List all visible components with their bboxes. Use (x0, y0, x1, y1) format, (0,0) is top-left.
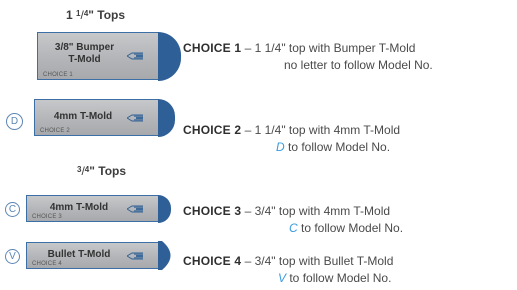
bullet-cap (158, 241, 171, 270)
choice-2-letter: D (276, 140, 285, 154)
profile-choice-1: 3/8" Bumper T-Mold CHOICE 1 (37, 31, 181, 81)
t-mold-notch-icon (127, 114, 143, 121)
profile-code: CHOICE 4 (32, 261, 62, 267)
profile-name: 4mm T-Mold (53, 110, 113, 122)
letter-badge-c: C (5, 202, 20, 217)
heading-1-1-4-tops: 1 1/4" Tops (66, 8, 126, 22)
t-mold-notch-icon (127, 52, 143, 60)
edge-cap (158, 194, 171, 223)
choice-1-follow: no letter to follow Model No. (284, 58, 433, 72)
profile-name: 4mm T-Mold (49, 201, 109, 213)
profile-choice-2: 4mm T-Mold CHOICE 2 (34, 98, 175, 137)
letter-badge-v: V (5, 249, 20, 264)
profile-name: 3/8" Bumper T-Mold (54, 42, 115, 66)
heading-3-4-tops: 3/4" Tops (77, 164, 127, 178)
choice-3-letter: C (289, 221, 298, 235)
t-mold-notch-icon (127, 252, 143, 259)
choice-4-description: CHOICE 4 – 3/4" top with Bullet T-Mold V… (183, 254, 394, 285)
letter-badge-d: D (6, 113, 23, 130)
choice-2-description: CHOICE 2 – 1 1/4" top with 4mm T-Mold D … (183, 123, 401, 154)
choice-4-letter: V (278, 271, 287, 285)
edge-cap (158, 98, 175, 137)
profile-name: Bullet T-Mold (47, 248, 111, 260)
profile-code: CHOICE 3 (32, 214, 62, 220)
t-mold-notch-icon (127, 205, 143, 212)
choice-1-description: CHOICE 1 – 1 1/4" top with Bumper T-Mold… (183, 41, 433, 72)
profile-code: CHOICE 1 (43, 72, 73, 78)
profile-choice-3: 4mm T-Mold CHOICE 3 (26, 194, 171, 223)
edge-cap (158, 31, 181, 81)
choice-3-description: CHOICE 3 – 3/4" top with 4mm T-Mold C to… (183, 204, 404, 235)
profile-code: CHOICE 2 (40, 128, 70, 134)
profile-choice-4: Bullet T-Mold CHOICE 4 (26, 241, 171, 270)
